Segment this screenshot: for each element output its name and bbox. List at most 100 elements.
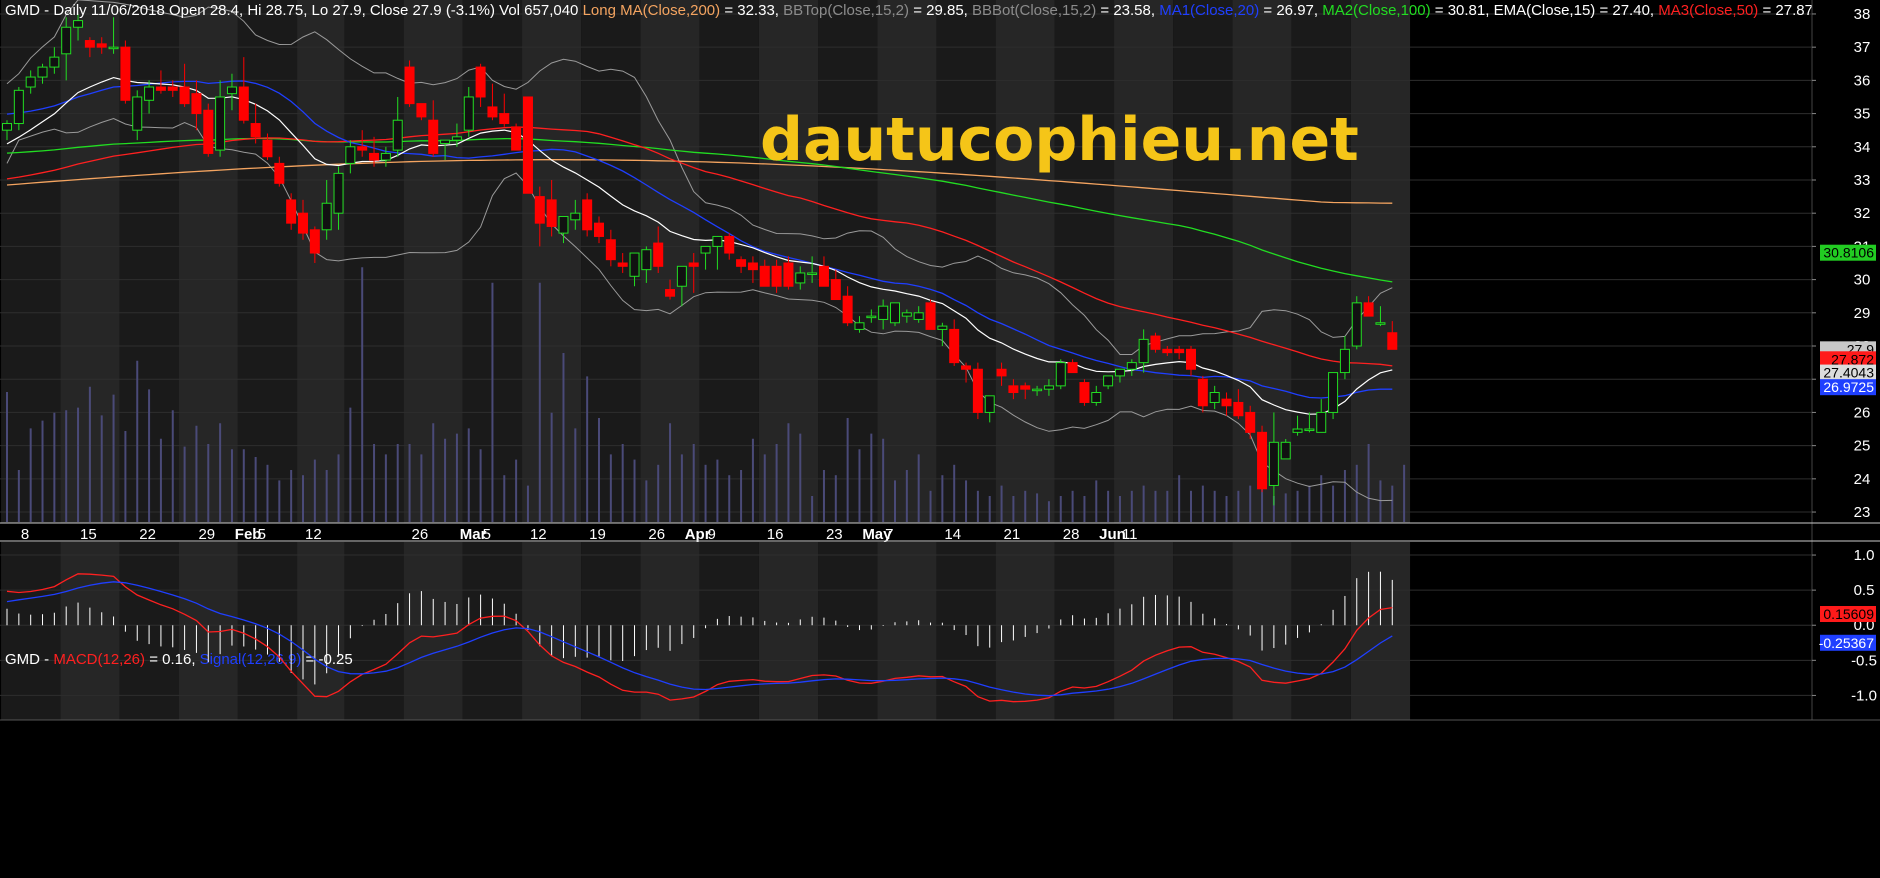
candle-down: [771, 265, 782, 287]
candle-down: [203, 109, 214, 154]
date-label: 12: [530, 526, 547, 543]
macd-tick-label: -0.5: [1851, 652, 1877, 669]
header-segment: = 27.40,: [1595, 2, 1658, 19]
candle-down: [250, 123, 261, 138]
week-stripe: [699, 0, 759, 720]
candle-down: [1363, 302, 1374, 317]
candle-down: [1257, 431, 1268, 490]
candle-up: [61, 26, 72, 55]
candle-down: [191, 93, 202, 115]
header-segment: = 27.87: [1758, 2, 1813, 19]
stock-chart-window: dautucophieu.net GMD - Daily 11/06/2018 …: [0, 0, 1880, 878]
date-label: 28: [1063, 526, 1080, 543]
candle-up: [1138, 338, 1149, 364]
candle-up: [49, 56, 60, 68]
candle-down: [1067, 362, 1078, 374]
candle-down: [534, 196, 545, 224]
macd-tag-label: -0.25367: [1819, 635, 1874, 651]
candle-up: [1351, 302, 1362, 347]
candle-up: [1091, 392, 1102, 403]
header-segment: = 26.97,: [1259, 2, 1322, 19]
candle-up: [1103, 375, 1114, 387]
candle-up: [629, 252, 640, 277]
date-label: 14: [944, 526, 961, 543]
candle-up: [132, 96, 143, 131]
candle-up: [700, 245, 711, 254]
price-tick-label: 30: [1854, 272, 1871, 289]
date-label: 8: [21, 526, 29, 543]
price-tick-label: 24: [1854, 471, 1871, 488]
candle-down: [286, 199, 297, 224]
price-tick-label: 23: [1854, 504, 1871, 521]
candle-down: [120, 46, 131, 101]
price-tick-label: 32: [1854, 205, 1871, 222]
macd-tag-label: 0.15609: [1823, 606, 1874, 622]
candle-down: [428, 119, 439, 154]
date-label: 9: [708, 526, 716, 543]
candle-down: [357, 146, 368, 151]
candle-up: [807, 272, 818, 275]
candle-up: [913, 312, 924, 320]
candle-up: [1375, 322, 1386, 325]
candle-down: [1387, 332, 1398, 350]
price-tick-label: 25: [1854, 438, 1871, 455]
candle-down: [155, 86, 166, 91]
header-segment: Long MA(Close,200): [583, 2, 721, 19]
candle-down: [416, 103, 427, 118]
candle-up: [1328, 372, 1339, 413]
header-segment: = 23.58,: [1096, 2, 1159, 19]
header-segment: MACD(12,26): [53, 651, 145, 668]
candle-down: [605, 239, 616, 261]
macd-tick-label: -1.0: [1851, 687, 1877, 704]
candle-down: [925, 302, 936, 330]
week-stripe: [1, 0, 61, 720]
header-segment: MA1(Close,20): [1159, 2, 1259, 19]
header-segment: = 0.16,: [145, 651, 200, 668]
candle-up: [1126, 362, 1137, 370]
chart-canvas[interactable]: dautucophieu.net GMD - Daily 11/06/2018 …: [0, 0, 1880, 878]
candle-down: [1197, 378, 1208, 407]
candle-down: [522, 96, 533, 194]
date-label: 22: [139, 526, 156, 543]
price-tick-label: 26: [1854, 404, 1871, 421]
candle-down: [747, 262, 758, 271]
candle-up: [392, 119, 403, 151]
candle-up: [345, 146, 356, 164]
candle-down: [653, 242, 664, 267]
candle-down: [167, 86, 178, 91]
date-label: 26: [648, 526, 665, 543]
date-label: 5: [483, 526, 491, 543]
candle-down: [1162, 348, 1173, 354]
candle-up: [854, 322, 865, 330]
candle-down: [1245, 411, 1256, 433]
candle-down: [1221, 398, 1232, 407]
candle-up: [1268, 441, 1279, 486]
candle-up: [1280, 441, 1291, 460]
candle-down: [475, 66, 486, 98]
candle-down: [724, 235, 735, 254]
candle-down: [1079, 382, 1090, 403]
candle-up: [890, 302, 900, 324]
week-stripe: [640, 0, 700, 720]
date-label: 29: [198, 526, 215, 543]
header-segment: GMD -: [5, 651, 53, 668]
candle-up: [676, 265, 687, 287]
candle-down: [546, 199, 557, 227]
candle-down: [972, 368, 983, 413]
candle-up: [795, 272, 806, 284]
candle-down: [594, 222, 604, 237]
date-label: 23: [826, 526, 843, 543]
candle-down: [1020, 385, 1031, 390]
candle-up: [712, 235, 723, 247]
candle-down: [298, 212, 308, 234]
candle-up: [37, 66, 48, 78]
candle-down: [238, 86, 249, 121]
candle-down: [96, 43, 107, 48]
week-stripe: [344, 0, 404, 720]
date-label: 11: [1122, 526, 1138, 543]
candle-up: [641, 249, 652, 271]
header-segment: BBBot(Close,15,2): [972, 2, 1096, 19]
candle-down: [996, 368, 1007, 377]
candle-down: [1233, 401, 1244, 417]
candle-up: [1304, 428, 1315, 432]
